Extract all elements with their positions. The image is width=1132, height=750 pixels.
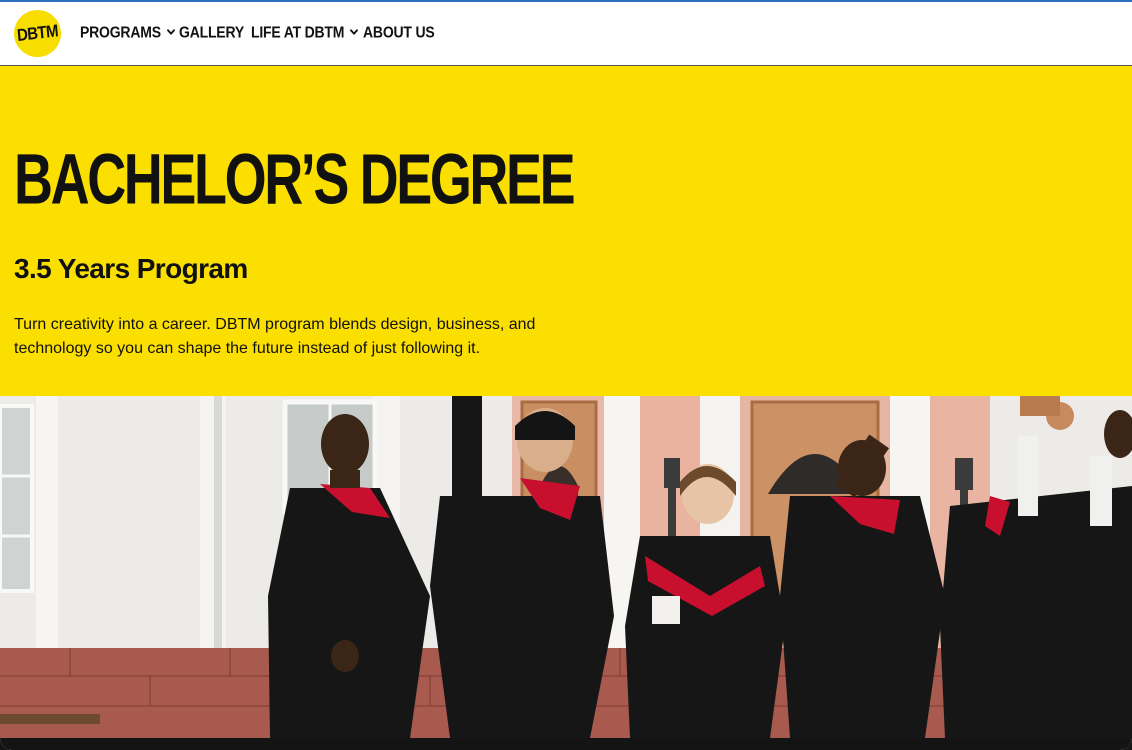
top-navigation: DBTM PROGRAMS GALLERY LIFE AT DBTM ABOUT… [0,2,1132,66]
dbtm-logo[interactable]: DBTM [14,10,61,57]
page-bottom-edge [0,738,1132,750]
chevron-down-icon [166,29,175,35]
nav-programs[interactable]: PROGRAMS [80,23,176,41]
logo-text: DBTM [16,21,59,46]
graduation-illustration [0,396,1132,738]
nav-about-label: ABOUT US [363,23,435,41]
nav-life-label: LIFE AT DBTM [251,23,345,41]
nav-gallery-label: GALLERY [179,23,244,41]
nav-gallery[interactable]: GALLERY [179,23,244,41]
chevron-down-icon [350,29,359,35]
hero-section: BACHELOR’S DEGREE 3.5 Years Program Turn… [0,66,1132,396]
page-title: BACHELOR’S DEGREE [14,140,576,220]
nav-about-us[interactable]: ABOUT US [363,23,435,41]
program-description: Turn creativity into a career. DBTM prog… [14,316,536,357]
nav-life-at-dbtm[interactable]: LIFE AT DBTM [251,23,359,41]
program-duration: 3.5 Years Program [14,253,248,284]
nav-programs-label: PROGRAMS [80,23,161,41]
page-frame: DBTM PROGRAMS GALLERY LIFE AT DBTM ABOUT… [0,0,1132,750]
graduates-photo [0,396,1132,738]
